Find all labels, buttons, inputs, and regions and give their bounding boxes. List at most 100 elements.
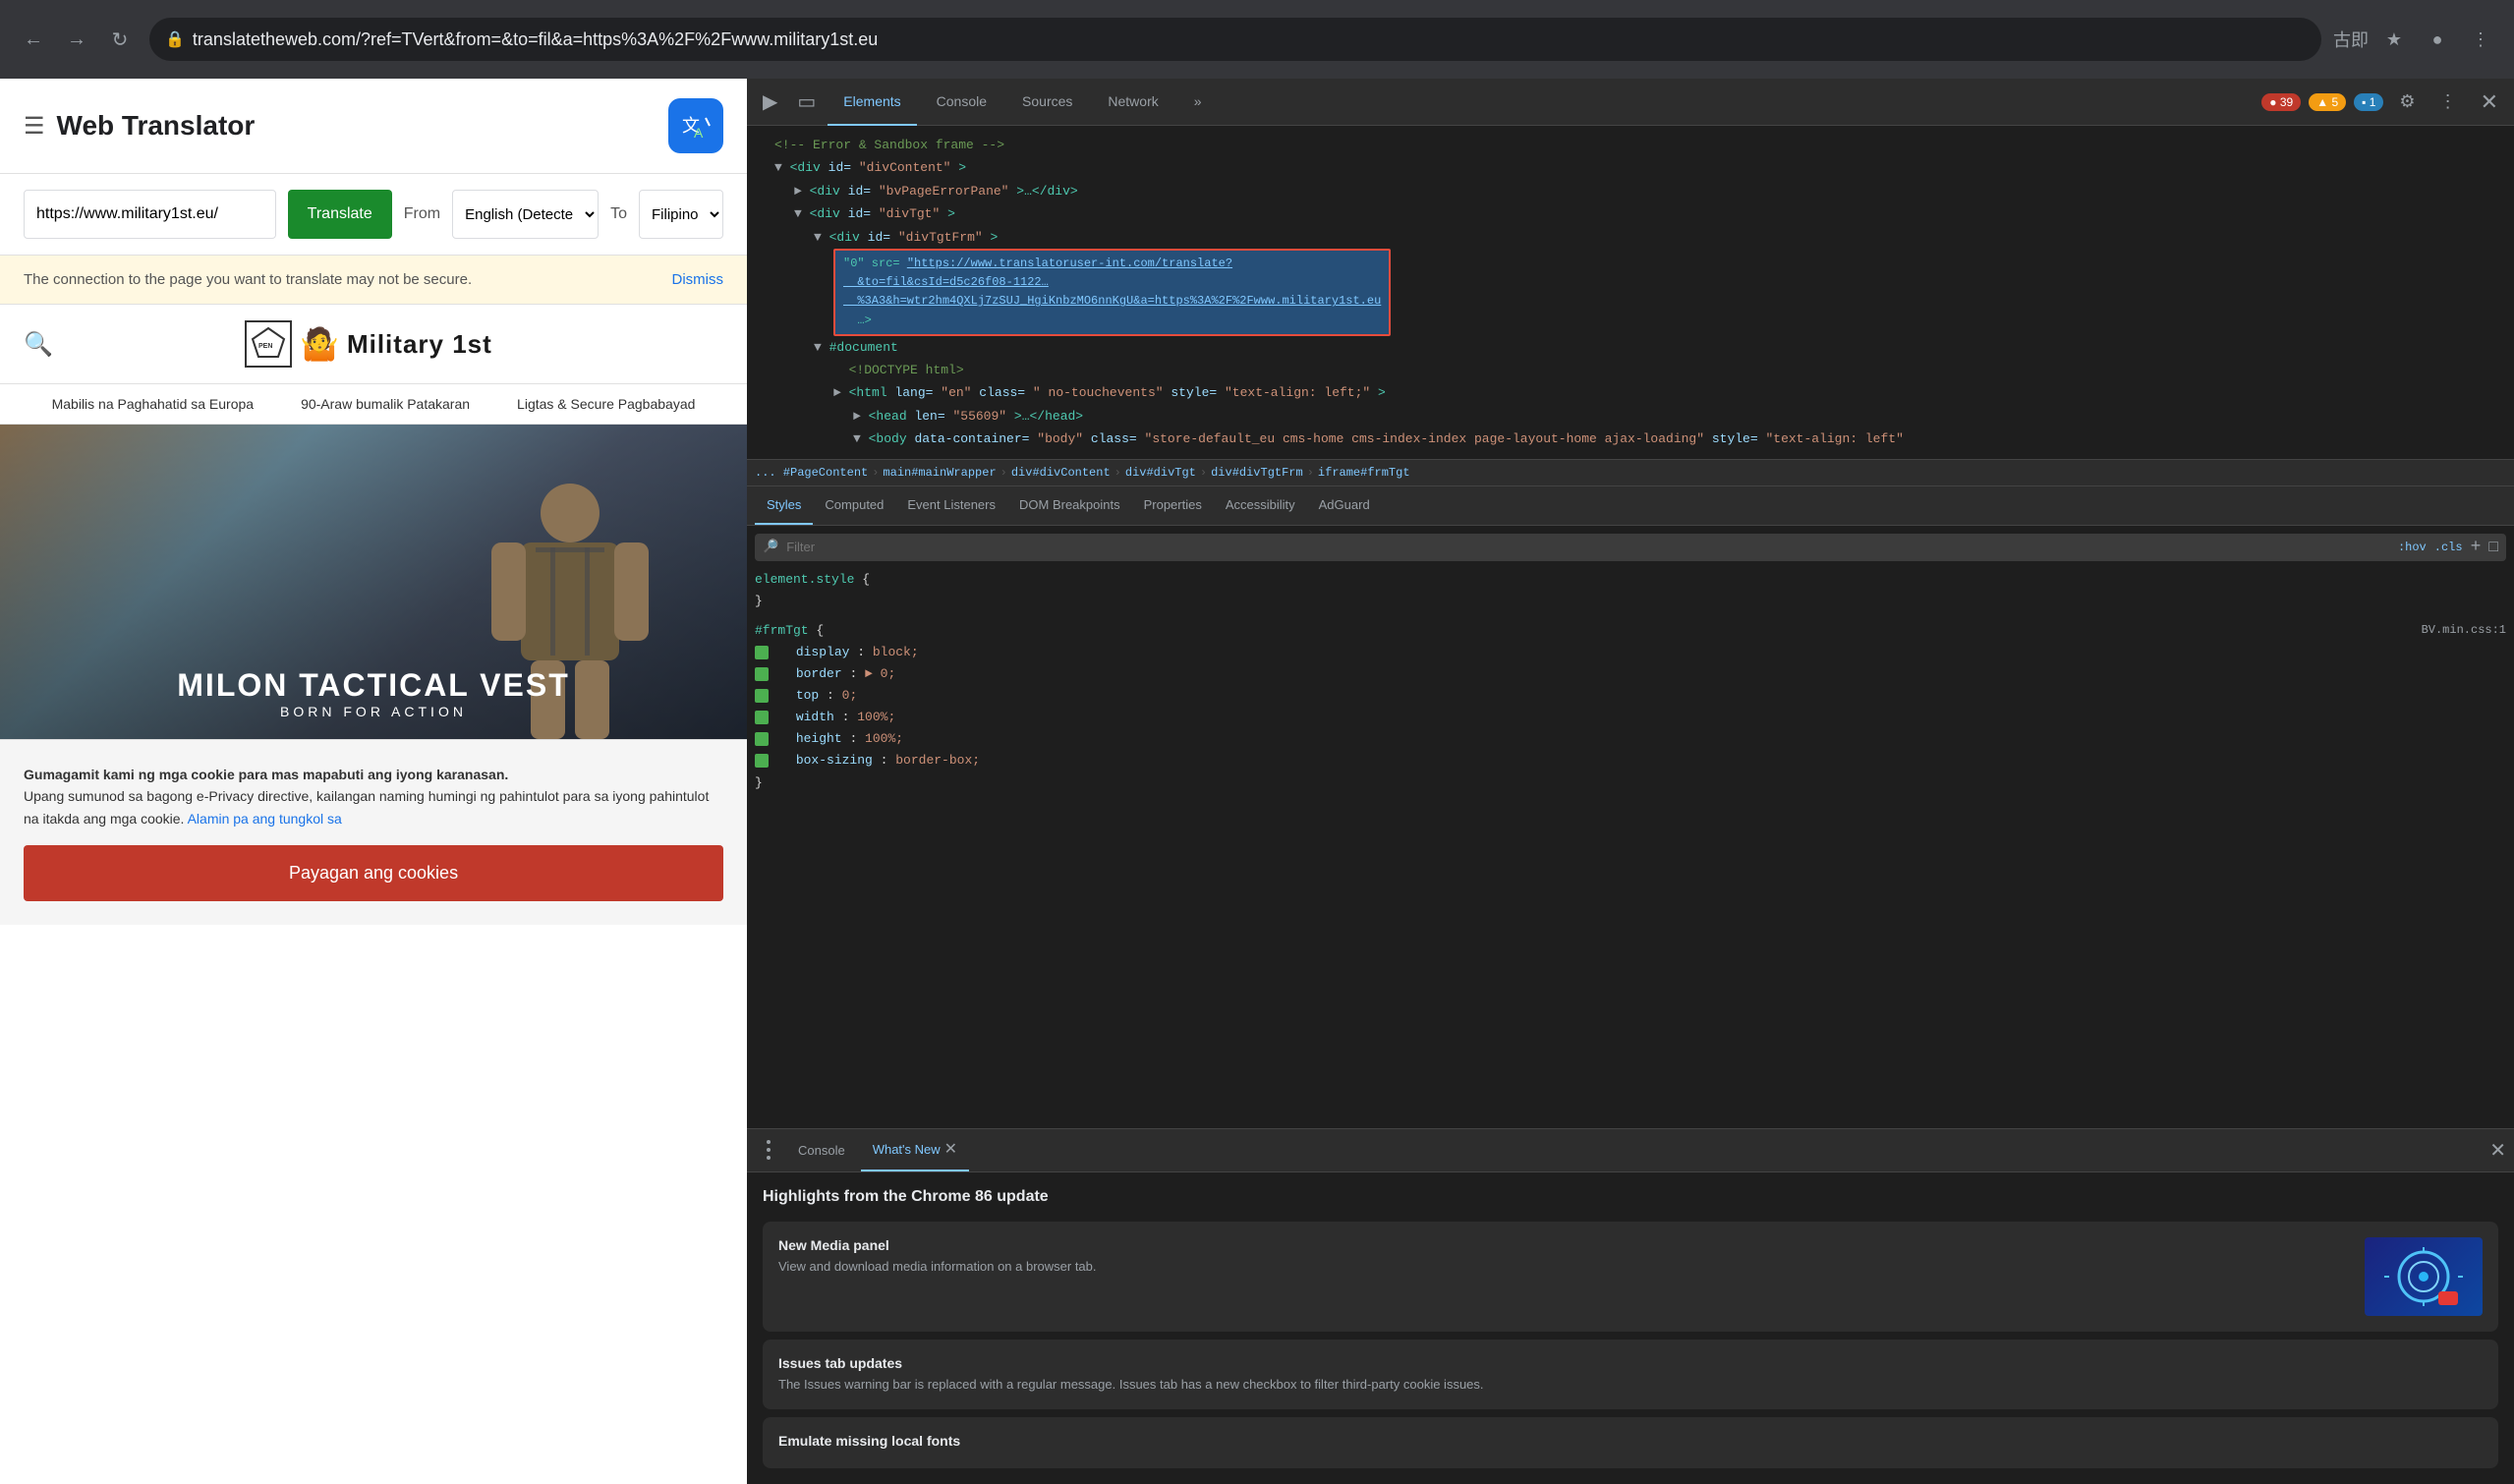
vertical-dots-icon[interactable]: ⋮: [2431, 87, 2465, 116]
translator-logo: ☰ Web Translator: [24, 110, 255, 142]
breadcrumb-item-iframe[interactable]: iframe#frmTgt: [1318, 466, 1410, 480]
expand-icon-7[interactable]: ►: [853, 409, 861, 424]
breadcrumb-item-pagecontent[interactable]: ... #PageContent: [755, 466, 868, 480]
dom-tag-div2: <div: [810, 184, 848, 199]
whats-new-close-button[interactable]: ✕: [944, 1139, 957, 1159]
sub-tab-accessibility[interactable]: Accessibility: [1214, 485, 1307, 525]
dom-line-divTgt[interactable]: ▼ <div id= "divTgt" >: [755, 202, 2506, 225]
whats-new-heading: Highlights from the Chrome 86 update: [763, 1188, 2498, 1206]
add-rule-icon[interactable]: +: [2471, 538, 2482, 557]
iframe-src-link[interactable]: "https://www.translatoruser-int.com/tran…: [843, 257, 1381, 308]
checkbox-width[interactable]: [755, 711, 769, 724]
update-card-issues: Issues tab updates The Issues warning ba…: [763, 1340, 2498, 1410]
nav-link-return[interactable]: 90-Araw bumalik Patakaran: [301, 396, 470, 412]
from-language-select[interactable]: English (Detecte: [452, 190, 599, 239]
css-property-display: display : block;: [755, 642, 2506, 663]
breadcrumb-item-divtgt[interactable]: div#divTgt: [1125, 466, 1196, 480]
hero-title: MILON TACTICAL VEST: [177, 667, 569, 704]
selected-iframe-element[interactable]: "0" src= "https://www.translatoruser-int…: [833, 249, 1391, 336]
sub-tab-event-listeners[interactable]: Event Listeners: [895, 485, 1007, 525]
sub-tab-adguard[interactable]: AdGuard: [1307, 485, 1382, 525]
checkbox-display[interactable]: [755, 646, 769, 659]
expand-icon-4[interactable]: ▼: [814, 230, 822, 245]
hov-toggle[interactable]: :hov: [2398, 541, 2427, 554]
dom-line-divTgtFrm[interactable]: ▼ <div id= "divTgtFrm" >: [755, 226, 2506, 249]
expand-icon[interactable]: ▼: [774, 160, 782, 175]
dom-line-iframe-selected[interactable]: "0" src= "https://www.translatoruser-int…: [755, 249, 2506, 336]
bookmark-icon[interactable]: ★: [2376, 22, 2412, 57]
dom-line-body[interactable]: ▼ <body data-container= "body" class= "s…: [755, 428, 2506, 450]
checkbox-top[interactable]: [755, 689, 769, 703]
device-toggle-button[interactable]: ▭: [789, 86, 824, 118]
settings-icon[interactable]: ⚙: [2391, 87, 2423, 116]
inspect-element-button[interactable]: ▶: [755, 86, 785, 118]
checkbox-box-sizing[interactable]: [755, 754, 769, 768]
close-bottom-panel-button[interactable]: ✕: [2489, 1138, 2506, 1163]
sub-tab-computed[interactable]: Computed: [813, 485, 895, 525]
dismiss-button[interactable]: Dismiss: [672, 271, 724, 288]
nav-link-delivery[interactable]: Mabilis na Paghahatid sa Europa: [52, 396, 254, 412]
tab-more[interactable]: »: [1178, 79, 1218, 126]
bottom-panel-menu-icon[interactable]: [755, 1136, 782, 1164]
translator-controls: Translate From English (Detecte To Filip…: [0, 174, 747, 256]
dom-attr-id3-value: "divTgt": [879, 206, 940, 221]
address-bar[interactable]: 🔒: [149, 18, 2321, 61]
profile-icon[interactable]: ●: [2420, 22, 2455, 57]
expand-icon-2[interactable]: ►: [794, 184, 802, 199]
update-card-issues-desc: The Issues warning bar is replaced with …: [778, 1375, 2483, 1395]
translate-button[interactable]: Translate: [288, 190, 392, 239]
tab-elements[interactable]: Elements: [828, 79, 916, 126]
colon-5: :: [849, 731, 865, 746]
nav-link-payment[interactable]: Ligtas & Secure Pagbabayad: [517, 396, 695, 412]
nav-buttons: ← → ↻: [16, 22, 138, 57]
styles-filter-input[interactable]: [786, 540, 2390, 554]
to-language-select[interactable]: Filipino: [639, 190, 723, 239]
checkbox-height[interactable]: [755, 732, 769, 746]
dom-line-head[interactable]: ► <head len= "55609" >…</head>: [755, 405, 2506, 428]
expand-icon-5[interactable]: ▼: [814, 340, 822, 355]
page-style-icon[interactable]: □: [2488, 539, 2498, 556]
tab-console[interactable]: Console: [921, 79, 1002, 126]
dom-attr-id3: id=: [848, 206, 871, 221]
breadcrumb-item-mainwrapper[interactable]: main#mainWrapper: [883, 466, 996, 480]
expand-icon-8[interactable]: ▼: [853, 431, 861, 446]
dom-attr-class2: class=: [1091, 431, 1137, 446]
tab-network[interactable]: Network: [1092, 79, 1173, 126]
dom-line-divContent[interactable]: ▼ <div id= "divContent" >: [755, 156, 2506, 179]
dom-attr-class-value: " no-touchevents": [1033, 385, 1164, 400]
reload-button[interactable]: ↻: [102, 22, 138, 57]
close-devtools-button[interactable]: ✕: [2473, 86, 2506, 119]
sub-tab-properties[interactable]: Properties: [1132, 485, 1214, 525]
expand-icon-6[interactable]: ►: [833, 385, 841, 400]
breadcrumb-item-divcontent[interactable]: div#divContent: [1011, 466, 1111, 480]
css-source-bv[interactable]: BV.min.css:1: [2422, 620, 2506, 640]
url-field[interactable]: [24, 190, 276, 239]
breadcrumb-item-divtgtfrm[interactable]: div#divTgtFrm: [1211, 466, 1303, 480]
expand-icon-3[interactable]: ▼: [794, 206, 802, 221]
sub-tab-styles[interactable]: Styles: [755, 485, 813, 525]
search-icon[interactable]: 🔍: [24, 330, 53, 359]
devtools-header: ▶ ▭ Elements Console Sources Network » ●…: [747, 79, 2514, 126]
hamburger-menu-icon[interactable]: ☰: [24, 112, 45, 141]
site-logo: PEN 🤷 Military 1st: [245, 320, 492, 368]
cls-toggle[interactable]: .cls: [2434, 541, 2463, 554]
cookie-learn-more-link[interactable]: Alamin pa ang tungkol sa: [188, 811, 342, 827]
url-input[interactable]: [193, 29, 2306, 50]
translate-page-icon[interactable]: 古即: [2333, 22, 2369, 57]
forward-button[interactable]: →: [59, 22, 94, 57]
accept-cookies-button[interactable]: Payagan ang cookies: [24, 845, 723, 901]
tab-sources[interactable]: Sources: [1006, 79, 1088, 126]
dom-line-document[interactable]: ▼ #document: [755, 336, 2506, 359]
back-button[interactable]: ←: [16, 22, 51, 57]
css-selector-element-style: element.style: [755, 572, 862, 587]
sub-tab-dom-breakpoints[interactable]: DOM Breakpoints: [1007, 485, 1132, 525]
bottom-tabs: Console What's New ✕ ✕: [747, 1129, 2514, 1172]
dom-tag-body: <body: [869, 431, 915, 446]
bottom-tab-console[interactable]: Console: [786, 1128, 857, 1171]
checkbox-border[interactable]: [755, 667, 769, 681]
dom-attr-id4-value: "divTgtFrm": [898, 230, 983, 245]
menu-icon[interactable]: ⋮: [2463, 22, 2498, 57]
dom-line-html[interactable]: ► <html lang= "en" class= " no-toucheven…: [755, 381, 2506, 404]
bottom-tab-whats-new[interactable]: What's New ✕: [861, 1128, 969, 1171]
dom-line-bvPageErrorPane[interactable]: ► <div id= "bvPageErrorPane" >…</div>: [755, 180, 2506, 202]
